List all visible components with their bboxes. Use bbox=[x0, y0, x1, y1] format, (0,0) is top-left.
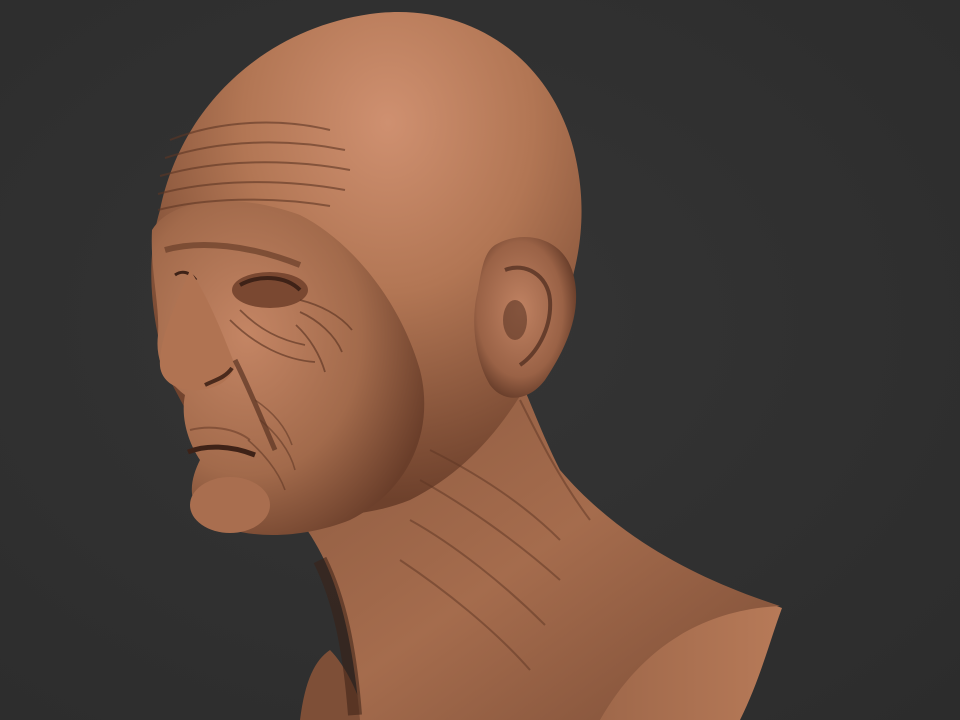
chin bbox=[190, 477, 270, 533]
sculpt-viewport[interactable] bbox=[0, 0, 960, 720]
clay-bust-render bbox=[151, 11, 782, 720]
